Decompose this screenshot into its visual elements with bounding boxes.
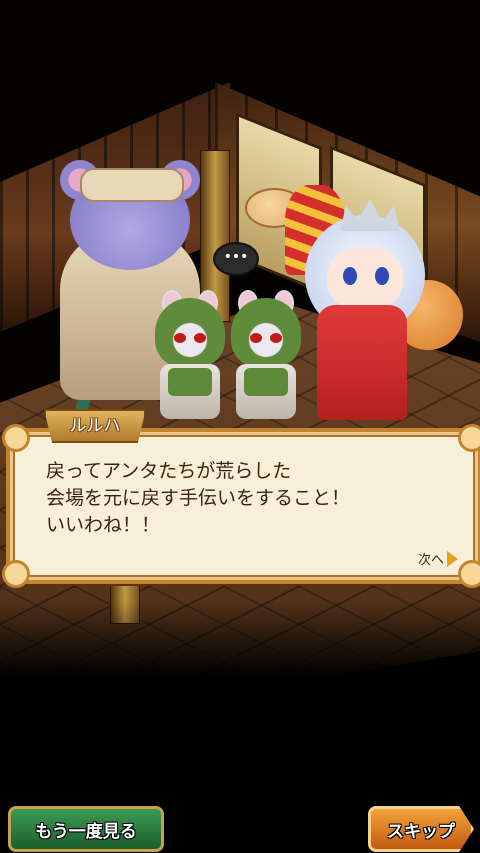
next-indicator[interactable]: 次へ bbox=[418, 549, 458, 568]
face bbox=[327, 247, 403, 311]
next-label: 次へ bbox=[417, 553, 444, 568]
girl-character bbox=[285, 185, 463, 425]
speech-bubble: ••• bbox=[213, 242, 259, 276]
replay-button[interactable]: もう一度見る bbox=[8, 806, 164, 852]
green-hood bbox=[155, 298, 225, 368]
triangle-right-icon bbox=[447, 550, 458, 567]
crown bbox=[340, 199, 400, 231]
red-dress bbox=[317, 305, 407, 420]
replay-label: もう一度見る bbox=[35, 821, 137, 842]
head-wrap bbox=[80, 168, 184, 202]
skip-button[interactable]: スキップ bbox=[368, 806, 474, 852]
speaker-name: ルルハ bbox=[69, 416, 121, 436]
hooded-rat-character bbox=[150, 290, 230, 433]
dialog-box[interactable]: 戻ってアンタたちが荒らした 会場を元に戻す手伝いをすること！ いいわね！！ 次へ bbox=[2, 424, 480, 588]
speaker-nameplate: ルルハ bbox=[44, 409, 146, 443]
dialog-text: 戻ってアンタたちが荒らした 会場を元に戻す手伝いをすること！ いいわね！！ bbox=[46, 460, 351, 536]
skip-label: スキップ bbox=[387, 821, 455, 842]
